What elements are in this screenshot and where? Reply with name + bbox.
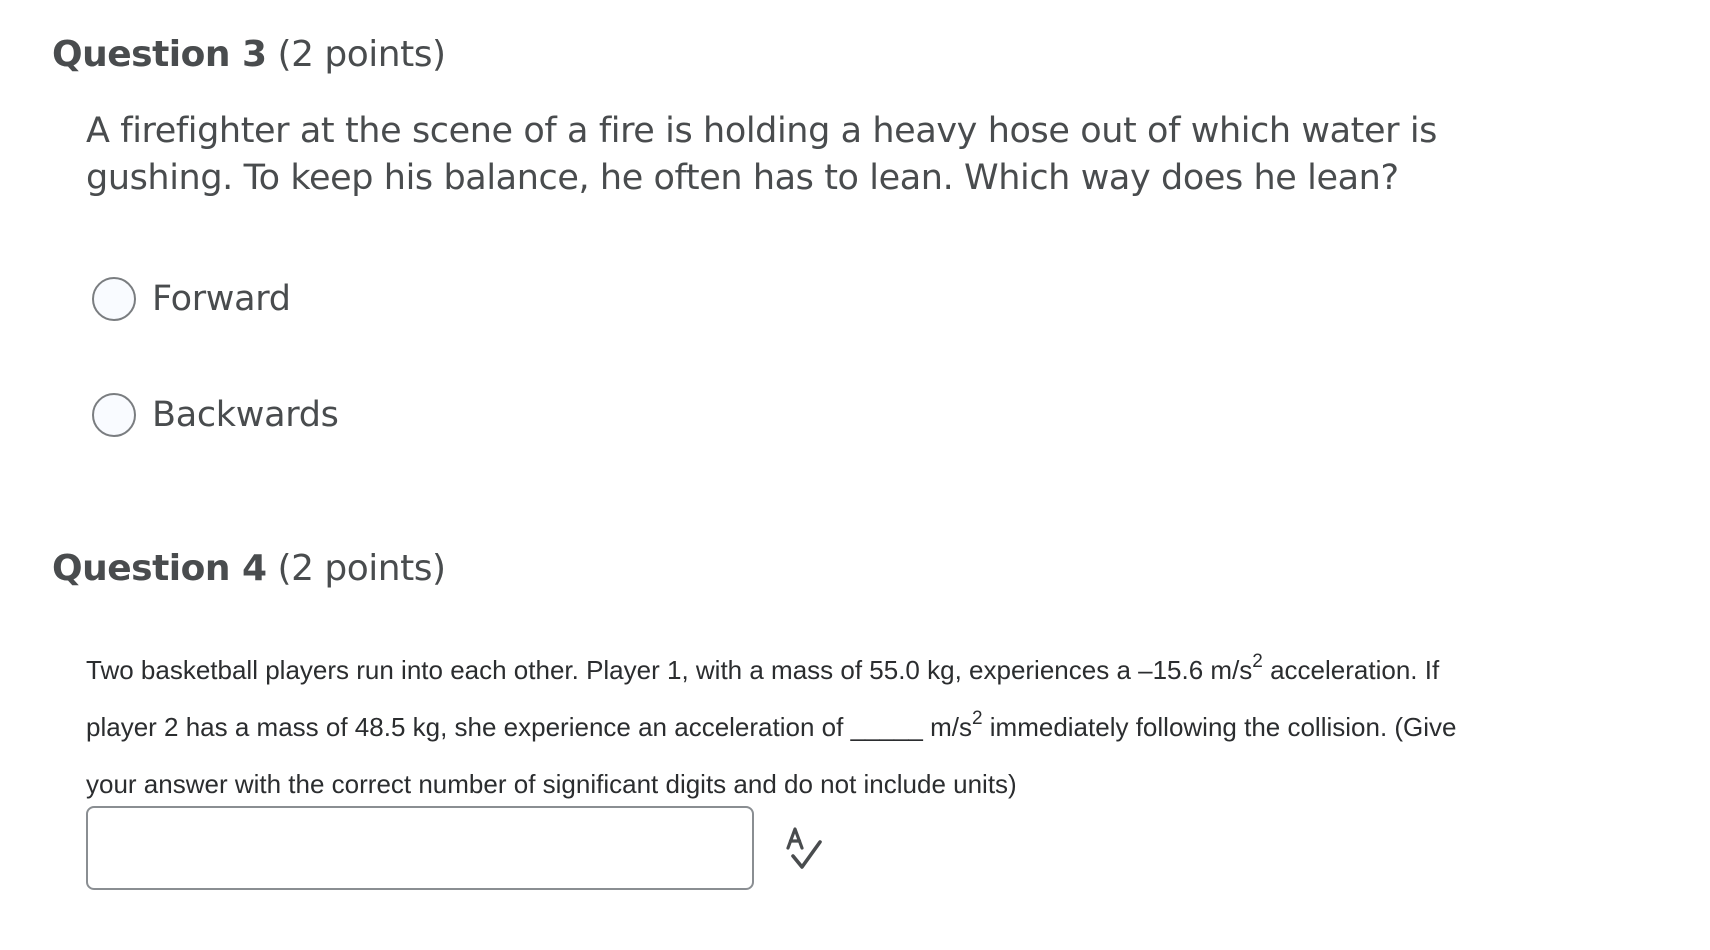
- question-4-points: (2 points): [277, 548, 447, 589]
- radio-button-backwards[interactable]: [92, 393, 136, 437]
- choice-forward[interactable]: Forward: [92, 277, 291, 321]
- spellcheck-button[interactable]: [782, 826, 826, 872]
- spellcheck-icon: [786, 827, 822, 869]
- choice-forward-label: Forward: [152, 279, 291, 319]
- question-4-number: Question 4: [52, 548, 267, 589]
- choice-backwards[interactable]: Backwards: [92, 393, 339, 437]
- question-4-prompt-line-3: your answer with the correct number of s…: [86, 769, 1017, 799]
- question-3-prompt: A firefighter at the scene of a fire is …: [86, 111, 1437, 198]
- question-4-prompt-line-1: Two basketball players run into each oth…: [86, 642, 1646, 699]
- answer-input[interactable]: [86, 806, 754, 890]
- radio-button-forward[interactable]: [92, 277, 136, 321]
- question-3-points: (2 points): [277, 34, 447, 75]
- question-3-number: Question 3: [52, 34, 267, 75]
- question-4-text-segment: player 2 has a mass of 48.5 kg, she expe…: [86, 712, 972, 742]
- question-4-text-segment: immediately following the collision. (Gi…: [982, 712, 1457, 742]
- question-4-heading: Question 4 (2 points): [52, 548, 446, 589]
- superscript-exponent: 2: [971, 708, 983, 730]
- question-4-text-segment: Two basketball players run into each oth…: [86, 655, 1253, 685]
- question-3-heading: Question 3 (2 points): [52, 34, 446, 75]
- question-4-prompt: Two basketball players run into each oth…: [86, 642, 1646, 813]
- superscript-exponent: 2: [1252, 651, 1263, 673]
- question-4-text-segment: acceleration. If: [1262, 655, 1440, 685]
- question-4-prompt-line-2: player 2 has a mass of 48.5 kg, she expe…: [86, 699, 1646, 756]
- choice-backwards-label: Backwards: [152, 395, 339, 435]
